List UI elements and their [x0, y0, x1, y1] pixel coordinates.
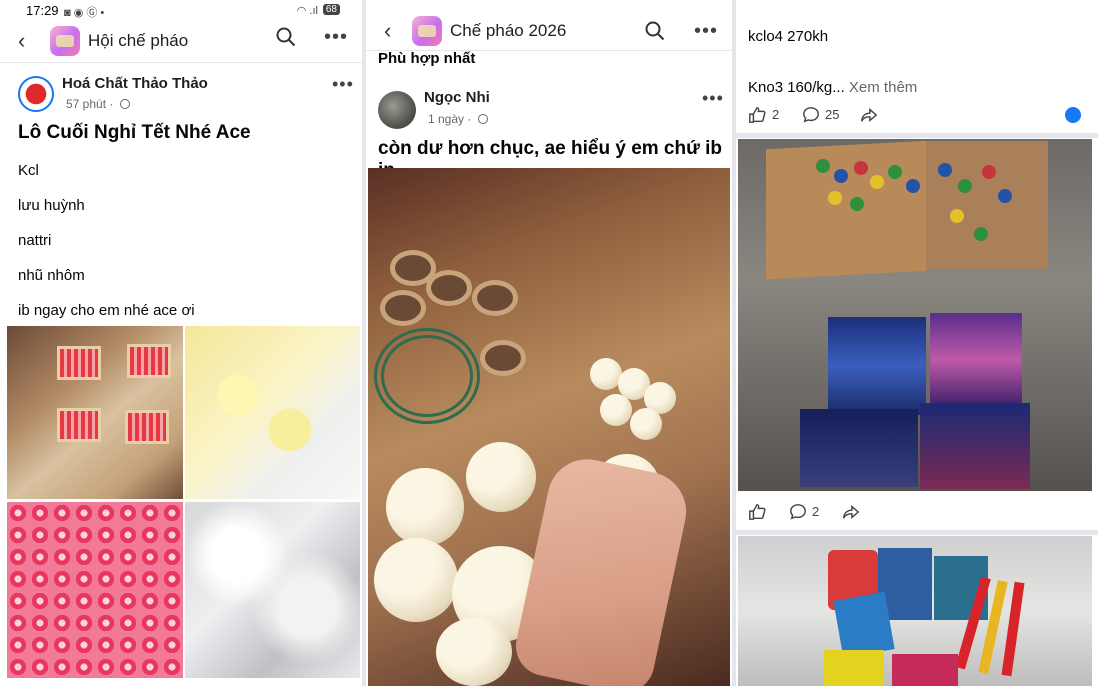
comment-count: 2: [812, 504, 820, 519]
post-more-icon[interactable]: •••: [702, 88, 724, 109]
panel-hoi-che-phao: 17:29 ◙ ◉ Ⓖ • ◠ .ıl 68 ‹ Hội chế pháo ••…: [0, 0, 362, 686]
post-photo-pink-rolls[interactable]: [7, 502, 183, 678]
more-options-icon[interactable]: •••: [324, 26, 348, 49]
post-photo-fireworks-assorted[interactable]: [738, 536, 1092, 686]
post-time: 1 ngày: [428, 112, 465, 126]
group-title[interactable]: Chế pháo 2026: [450, 21, 566, 41]
post-photo-yellow-bags[interactable]: [185, 326, 360, 499]
battery-indicator: 68: [322, 4, 340, 15]
back-arrow-icon[interactable]: ‹: [384, 18, 391, 44]
share-icon[interactable]: [860, 106, 878, 124]
author-avatar[interactable]: [378, 91, 416, 129]
post-more-icon[interactable]: •••: [332, 74, 354, 95]
notification-icons: ◙ ◉ Ⓖ •: [64, 7, 105, 19]
comment-icon[interactable]: [789, 503, 807, 521]
post-photo-white-bags[interactable]: [185, 502, 360, 678]
search-icon[interactable]: [276, 27, 296, 47]
fuse-coil: [374, 328, 480, 424]
post-line: kclo4 270kh: [748, 28, 829, 45]
author-avatar[interactable]: [18, 76, 54, 112]
post-meta: 1 ngày ·: [428, 112, 488, 126]
like-count: 2: [772, 107, 780, 122]
author-name[interactable]: Hoá Chất Thảo Thảo: [62, 75, 208, 92]
globe-icon: [477, 114, 488, 124]
post-line: lưu huỳnh: [18, 197, 85, 214]
post-line: Kno3 160/kg... Xem thêm: [748, 79, 917, 96]
post-headline: Lô Cuối Nghỉ Tết Nhé Ace: [18, 122, 251, 143]
post-line: nattri: [18, 232, 52, 249]
feed-divider: [736, 530, 1098, 535]
globe-icon: [119, 99, 130, 109]
post-photo-fireworks-boxes[interactable]: [738, 139, 1092, 491]
group-avatar[interactable]: [412, 16, 442, 46]
status-time: 17:29: [26, 3, 59, 18]
group-avatar[interactable]: [50, 26, 80, 56]
post-photo-boxes[interactable]: [7, 326, 183, 499]
post-line-text: Kno3 160/kg...: [748, 79, 845, 96]
author-name[interactable]: Ngọc Nhi: [424, 89, 490, 106]
comment-count: 25: [825, 107, 840, 122]
share-icon[interactable]: [842, 503, 860, 521]
comment-icon[interactable]: [802, 106, 820, 124]
back-arrow-icon[interactable]: ‹: [18, 28, 25, 54]
divider: [0, 62, 362, 63]
post-line: ib ngay cho em nhé ace ơi: [18, 302, 195, 319]
signal-icon: ◠ .ıl: [296, 5, 318, 17]
post-line: nhũ nhôm: [18, 267, 85, 284]
group-header: ‹ Chế pháo 2026 •••: [366, 12, 732, 52]
reaction-like-badge: [1065, 107, 1081, 123]
post-meta: 57 phút ·: [66, 97, 130, 111]
more-options-icon[interactable]: •••: [694, 20, 718, 43]
group-header: ‹ Hội chế pháo •••: [0, 22, 362, 62]
like-icon[interactable]: [748, 503, 766, 521]
post-time: 57 phút: [66, 97, 107, 111]
post-line: Kcl: [18, 162, 39, 179]
search-icon[interactable]: [645, 21, 665, 41]
group-title[interactable]: Hội chế pháo: [88, 31, 188, 51]
feed-divider: [736, 133, 1098, 138]
panel-post-continued: kclo4 270kh Kno3 160/kg... Xem thêm 2 25…: [736, 0, 1098, 686]
status-bar: 17:29 ◙ ◉ Ⓖ • ◠ .ıl 68: [0, 0, 362, 22]
section-label: Phù hợp nhất: [378, 50, 476, 67]
see-more-link[interactable]: Xem thêm: [849, 79, 917, 96]
like-icon[interactable]: [748, 106, 766, 124]
post-photo-shells[interactable]: [368, 168, 730, 686]
panel-che-phao-2026: ‹ Chế pháo 2026 ••• Phù hợp nhất Ngọc Nh…: [366, 0, 732, 686]
